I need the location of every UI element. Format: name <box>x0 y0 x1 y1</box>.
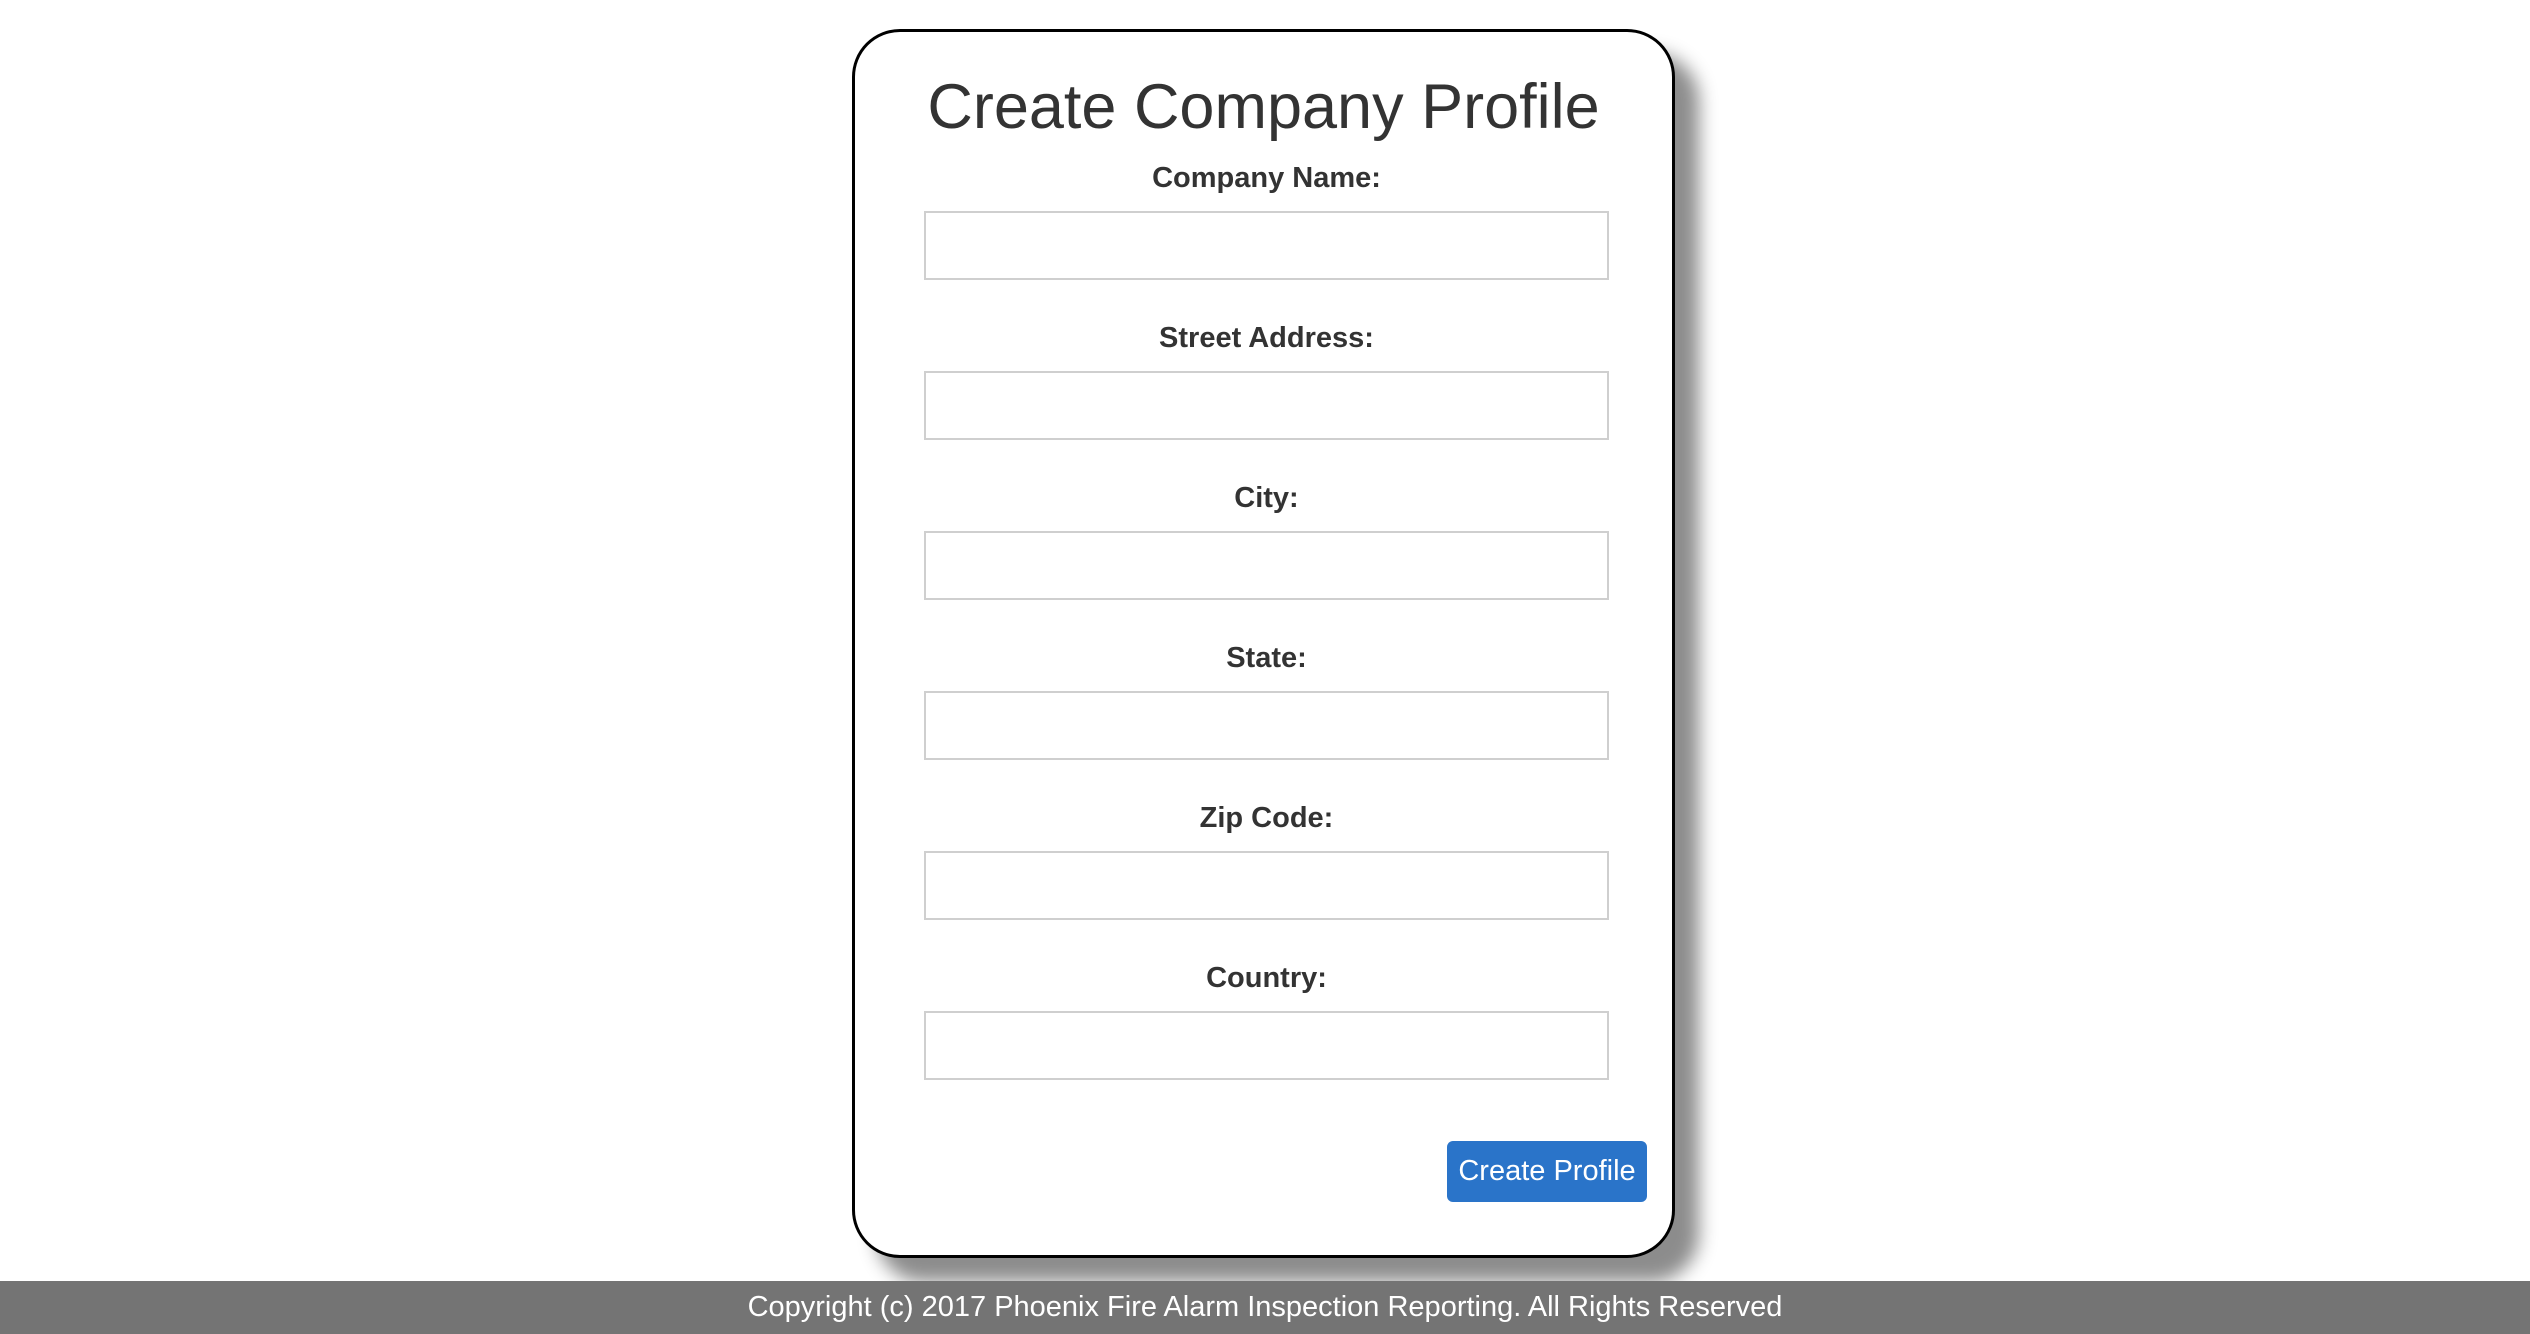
city-label: City: <box>1234 482 1299 514</box>
country-group: Country: <box>924 961 1609 1080</box>
street-address-group: Street Address: <box>924 321 1609 440</box>
footer: Copyright (c) 2017 Phoenix Fire Alarm In… <box>0 1281 2530 1334</box>
company-name-input[interactable] <box>924 211 1609 280</box>
page-title: Create Company Profile <box>927 72 1600 142</box>
state-group: State: <box>924 641 1609 760</box>
company-name-label: Company Name: <box>1152 162 1381 194</box>
state-label: State: <box>1226 642 1307 674</box>
copyright-text: Copyright (c) 2017 Phoenix Fire Alarm In… <box>747 1291 1783 1323</box>
city-group: City: <box>924 481 1609 600</box>
street-address-input[interactable] <box>924 371 1609 440</box>
create-profile-button[interactable]: Create Profile <box>1447 1141 1647 1202</box>
zip-code-label: Zip Code: <box>1199 802 1334 834</box>
country-input[interactable] <box>924 1011 1609 1080</box>
city-input[interactable] <box>924 531 1609 600</box>
country-label: Country: <box>1206 962 1327 994</box>
zip-code-group: Zip Code: <box>924 801 1609 920</box>
company-name-group: Company Name: <box>924 161 1609 280</box>
zip-code-input[interactable] <box>924 851 1609 920</box>
state-input[interactable] <box>924 691 1609 760</box>
page: Create Company Profile Company Name: Str… <box>0 0 2530 1334</box>
profile-form-card: Create Company Profile Company Name: Str… <box>852 29 1675 1258</box>
street-address-label: Street Address: <box>1159 322 1374 354</box>
